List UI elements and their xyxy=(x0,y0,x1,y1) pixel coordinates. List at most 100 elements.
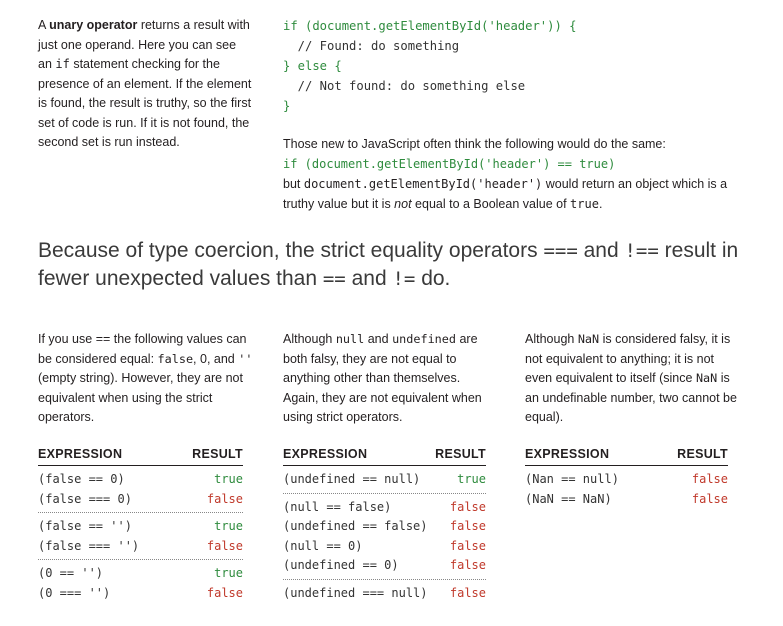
code-undefined: undefined xyxy=(392,332,456,346)
expression: (false === '') xyxy=(38,538,140,553)
expression: (null == 0) xyxy=(283,538,363,553)
row-group: (Nan == null) false (NaN == NaN) false xyxy=(525,466,728,512)
code-line: } xyxy=(283,99,291,113)
text: statement checking for the presence of a… xyxy=(38,57,252,149)
text: . xyxy=(598,197,603,211)
table-row: (NaN == NaN) false xyxy=(525,490,728,510)
text: Those new to JavaScript often think the … xyxy=(283,137,666,151)
term-unary-operator: unary operator xyxy=(49,18,138,32)
table-row: (null == false) false xyxy=(283,498,486,518)
text: equal to a Boolean value of xyxy=(411,197,571,211)
table-row: (undefined == false) false xyxy=(283,517,486,537)
table-header: EXPRESSION RESULT xyxy=(525,447,728,466)
expression: (0 === '') xyxy=(38,585,111,600)
table-loose-equality: EXPRESSION RESULT (false == 0) true (false =… xyxy=(38,447,243,606)
result: true xyxy=(214,472,243,486)
code-if: if xyxy=(55,57,70,71)
code-line: if (document.getElementById('header')) { xyxy=(283,19,577,33)
expression: (false == 0) xyxy=(38,472,125,486)
operator: !== xyxy=(624,240,659,262)
text: but document.getElementById('header') wo… xyxy=(283,174,743,214)
text: Although xyxy=(283,332,336,346)
result: false xyxy=(449,558,486,572)
code-line: // Found: do something xyxy=(283,39,460,53)
result: false xyxy=(691,491,728,506)
code-nan: NaN xyxy=(695,371,718,385)
table-row: (0 == '') true xyxy=(38,564,243,584)
header-expression: EXPRESSION xyxy=(38,447,123,461)
code-line: // Not found: do something else xyxy=(283,79,526,93)
table-header: EXPRESSION RESULT xyxy=(38,447,243,466)
header-result: RESULT xyxy=(677,447,728,461)
result: false xyxy=(206,585,243,600)
result: false xyxy=(449,519,486,533)
headline: Because of type coercion, the strict equ… xyxy=(38,237,758,293)
table-row: (0 === '') false xyxy=(38,584,243,604)
operator: === xyxy=(543,240,578,262)
text: (empty string). However, they are not eq… xyxy=(38,371,243,424)
table-null-undefined: EXPRESSION RESULT (undefined == null) true (… xyxy=(283,447,486,606)
code-line: } else { xyxy=(283,59,342,73)
expression: (Nan == null) xyxy=(525,472,619,486)
operator: != xyxy=(392,268,416,290)
code-if-equals-true: if (document.getElementById('header') ==… xyxy=(283,157,616,171)
text: If you use xyxy=(38,332,96,346)
table-row: (undefined == null) true xyxy=(283,470,486,490)
table-row: (Nan == null) false xyxy=(525,470,728,490)
expression: (false == '') xyxy=(38,519,132,533)
header-result: RESULT xyxy=(192,447,243,461)
expression: (0 == '') xyxy=(38,566,104,580)
expression: (undefined == false) xyxy=(283,519,428,533)
expression: (NaN == NaN) xyxy=(525,491,612,506)
table-row: (false == '') true xyxy=(38,517,243,537)
column-3-text: Although NaN is considered falsy, it is … xyxy=(525,330,740,428)
result: true xyxy=(214,566,243,580)
text: A xyxy=(38,18,50,32)
row-group: (undefined === null) false xyxy=(283,580,486,607)
row-group: (null == false) false (undefined == false)… xyxy=(283,494,486,580)
row-group: (false == 0) true (false === 0) false xyxy=(38,466,243,513)
table-row: (false === 0) false xyxy=(38,490,243,510)
table-header: EXPRESSION RESULT xyxy=(283,447,486,466)
text: but xyxy=(283,177,304,191)
result: false xyxy=(449,585,486,600)
expression: (undefined === null) xyxy=(283,585,428,600)
header-expression: EXPRESSION xyxy=(283,447,368,461)
code-nan: NaN xyxy=(577,332,600,346)
result: true xyxy=(214,519,243,533)
text: and xyxy=(577,239,625,262)
row-group: (0 == '') true (0 === '') false xyxy=(38,560,243,606)
table-row: (false === '') false xyxy=(38,537,243,557)
result: false xyxy=(449,499,486,514)
table-nan: EXPRESSION RESULT (Nan == null) false (NaN =… xyxy=(525,447,728,512)
table-row: (undefined == 0) false xyxy=(283,556,486,576)
code-block: if (document.getElementById('header')) {… xyxy=(283,16,577,116)
text: Because of type coercion, the strict equ… xyxy=(38,239,544,262)
sidebar-note: A unary operator returns a result with j… xyxy=(38,16,253,153)
header-result: RESULT xyxy=(435,447,486,461)
operator: == xyxy=(95,332,111,346)
column-1-text: If you use == the following values can b… xyxy=(38,330,253,428)
header-expression: EXPRESSION xyxy=(525,447,610,461)
result: false xyxy=(206,491,243,506)
expression: (undefined == 0) xyxy=(283,558,399,572)
code-empty-string: '' xyxy=(238,351,253,366)
text: and xyxy=(364,332,393,346)
text: , 0, and xyxy=(193,351,239,366)
operator: == xyxy=(322,268,346,290)
table-row: (undefined === null) false xyxy=(283,584,486,604)
emphasis: not xyxy=(394,197,412,211)
expression: (null == false) xyxy=(283,499,392,514)
table-row: (null == 0) false xyxy=(283,537,486,557)
text: and xyxy=(345,267,393,290)
expression: (false === 0) xyxy=(38,491,132,506)
result: false xyxy=(206,538,243,553)
row-group: (false == '') true (false === '') false xyxy=(38,513,243,560)
text: Although xyxy=(525,332,578,346)
result: false xyxy=(449,538,486,553)
explanation: Those new to JavaScript often think the … xyxy=(283,134,743,214)
code-getelementbyid: document.getElementById('header') xyxy=(303,177,543,191)
result: true xyxy=(457,472,486,486)
row-group: (undefined == null) true xyxy=(283,466,486,494)
text: do. xyxy=(415,267,451,290)
